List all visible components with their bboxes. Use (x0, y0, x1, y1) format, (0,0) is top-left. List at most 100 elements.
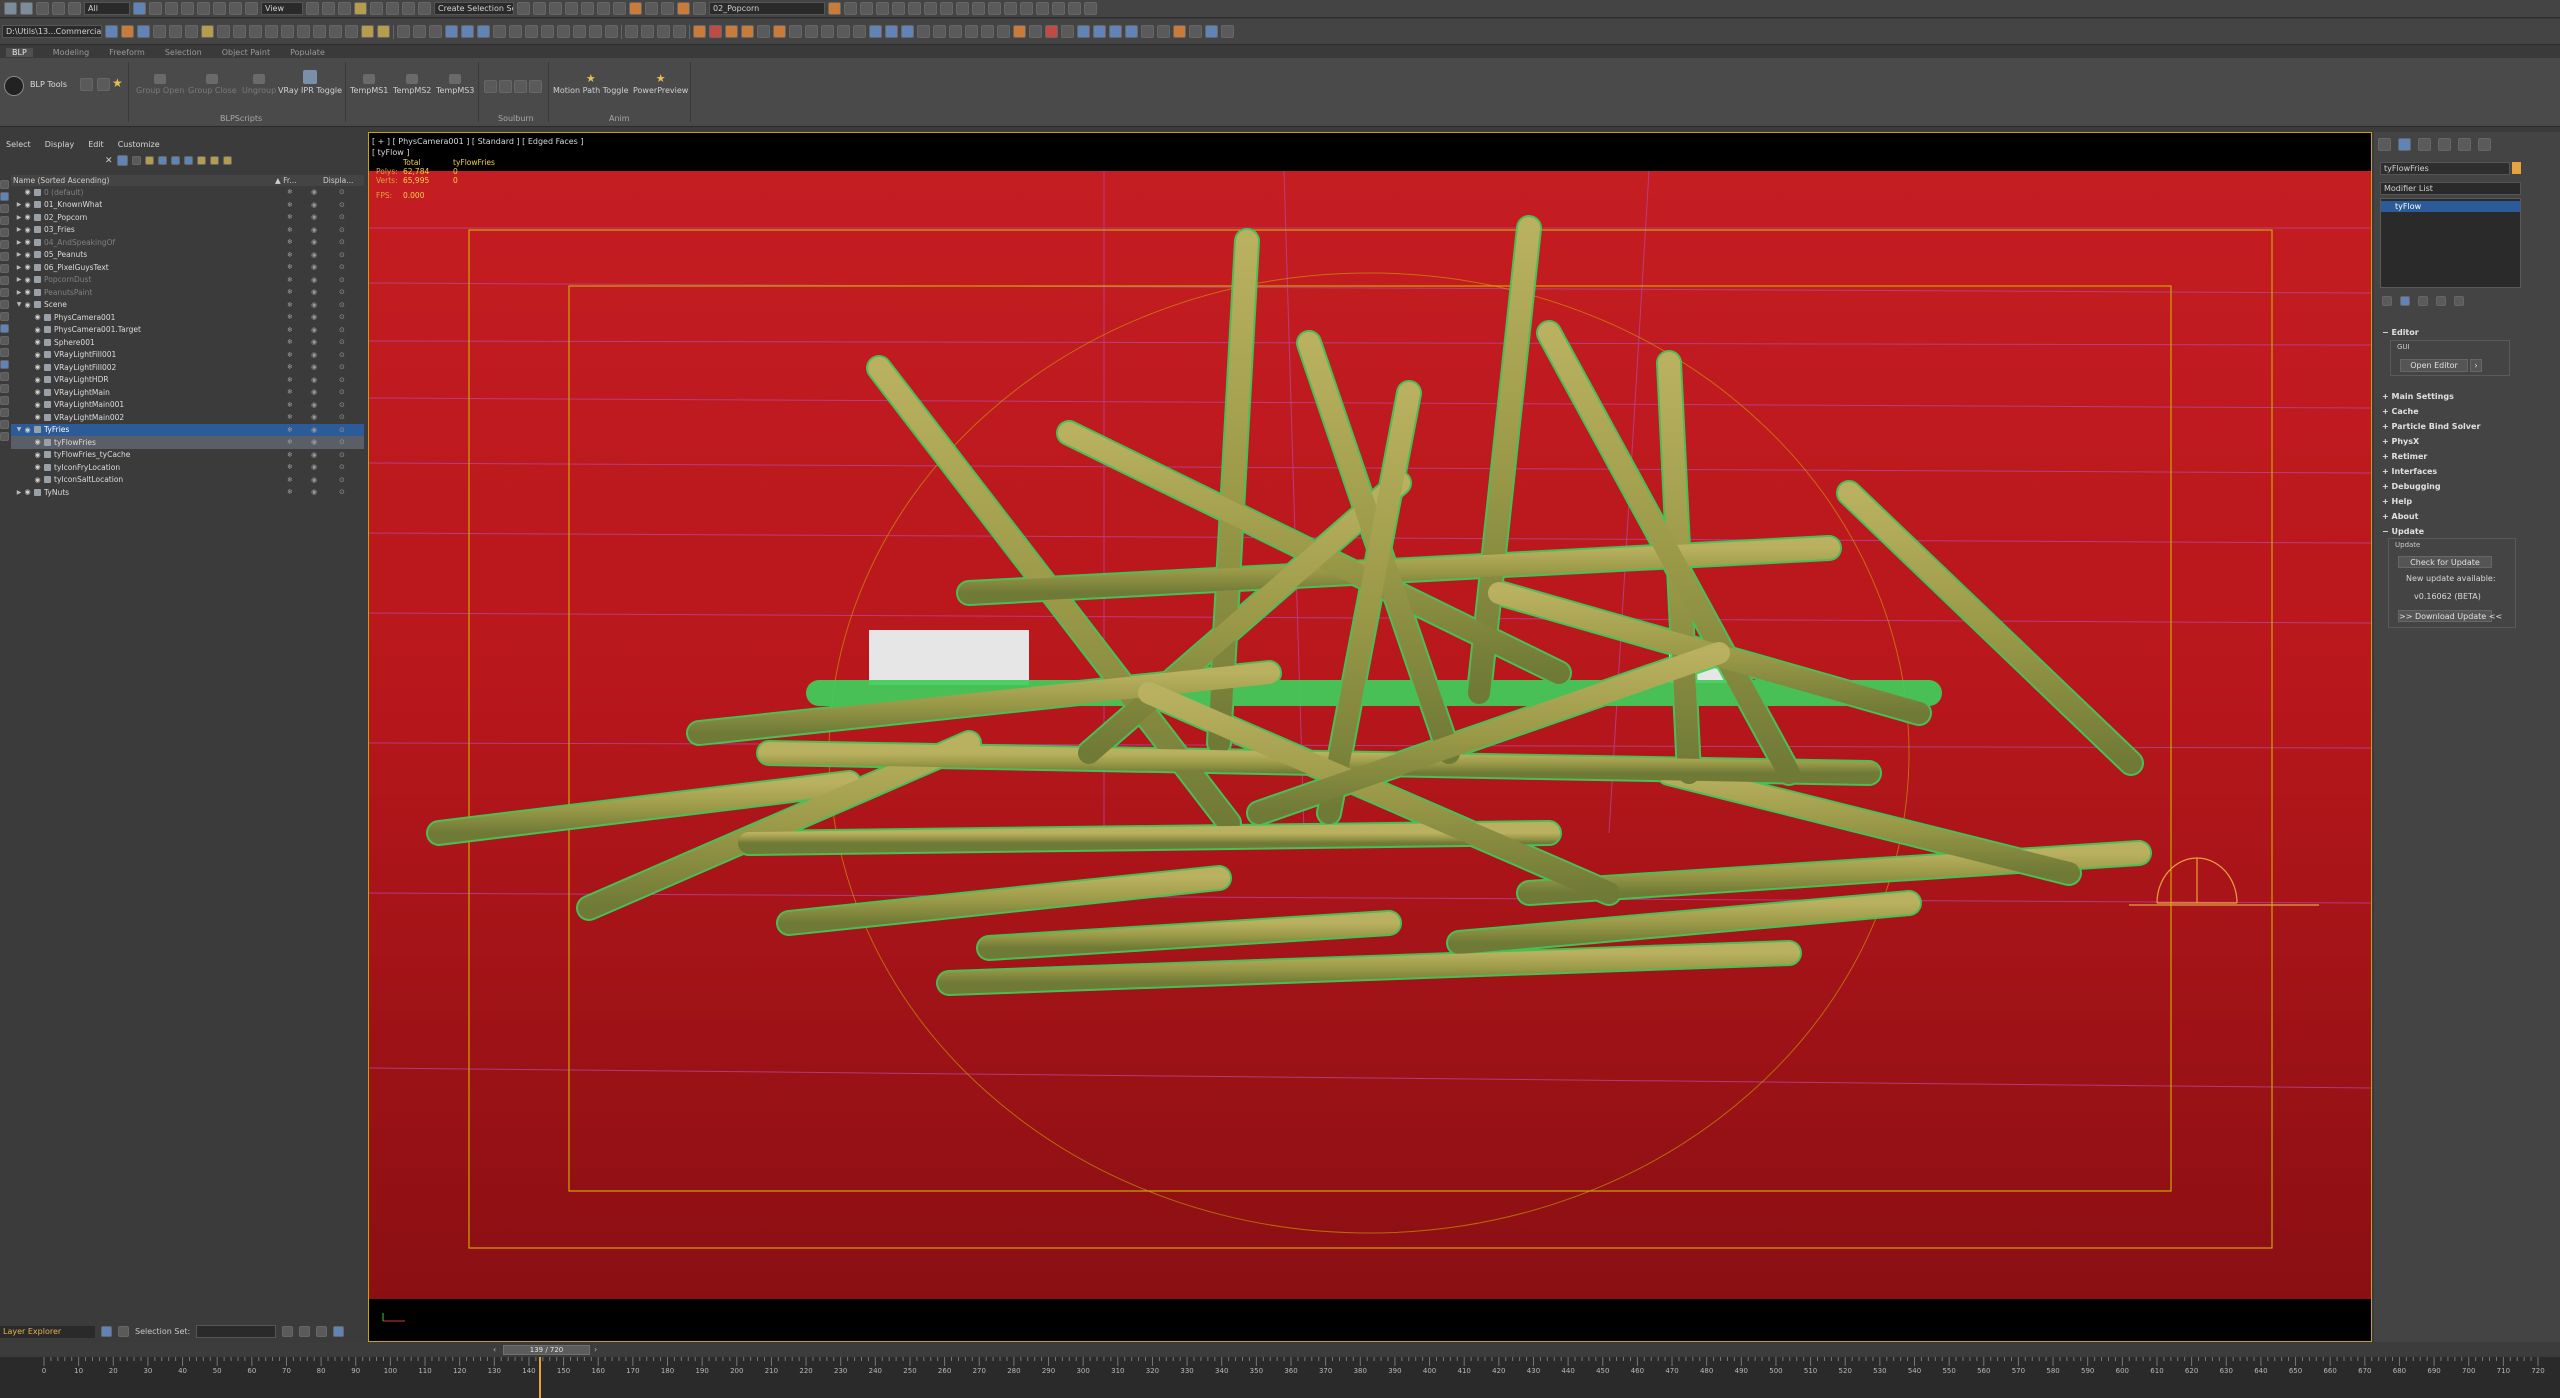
open-editor-button[interactable]: Open Editor (2400, 359, 2468, 372)
visibility-eye-icon[interactable]: ◉ (33, 401, 42, 409)
visibility-eye-icon[interactable]: ◉ (33, 463, 42, 471)
freeze-toggle-icon[interactable]: ❄ (287, 401, 293, 409)
freeze-toggle-icon[interactable]: ❄ (287, 388, 293, 396)
asset-icon[interactable] (201, 25, 214, 38)
vray-ipr-icon[interactable] (709, 25, 722, 38)
tempms2-button[interactable]: TempMS2 (393, 74, 431, 95)
motion-path-toggle-button[interactable]: ★ Motion Path Toggle (553, 73, 629, 95)
light-icon[interactable] (361, 25, 374, 38)
grid-icon[interactable] (80, 78, 93, 91)
utilities-tab-icon[interactable] (2478, 138, 2491, 151)
layer-tool-13-icon[interactable] (1020, 2, 1033, 15)
angle-snap-icon[interactable] (370, 2, 383, 15)
system-icon[interactable] (445, 25, 458, 38)
filter-extra-3-icon[interactable] (0, 384, 9, 393)
tool-b-icon[interactable] (589, 25, 602, 38)
tree-row[interactable]: ◉ VRayLightFill001 ❄ ◉ ⊙ (11, 349, 364, 362)
snaps-toggle-icon[interactable] (354, 2, 367, 15)
visibility-eye-icon[interactable]: ◉ (23, 288, 32, 296)
selection-set-remove-icon[interactable] (299, 1326, 311, 1337)
tree-row[interactable]: ◉ PhysCamera001 ❄ ◉ ⊙ (11, 311, 364, 324)
render-toggle-icon[interactable]: ◉ (311, 326, 317, 334)
rollout-physx[interactable]: + PhysX (2382, 437, 2512, 446)
star-icon[interactable]: ★ (112, 76, 123, 90)
explorer-mode-dropdown[interactable]: Layer Explorer (0, 1325, 95, 1338)
ribbon-tab-object-paint[interactable]: Object Paint (222, 48, 270, 57)
tree-row[interactable]: ▼ ◉ Scene ❄ ◉ ⊙ (11, 299, 364, 312)
rectangular-selection-icon[interactable] (165, 2, 178, 15)
ribbon-tab-freeform[interactable]: Freeform (109, 48, 145, 57)
selection-set-filter-icon[interactable] (333, 1326, 345, 1337)
layer-select-icon[interactable] (844, 2, 857, 15)
vray-proxy-icon[interactable] (789, 25, 802, 38)
freeze-toggle-icon[interactable]: ❄ (287, 438, 293, 446)
current-layer-dropdown[interactable]: 02_Popcorn (709, 2, 825, 15)
expand-arrow-icon[interactable]: ▶ (15, 251, 23, 258)
render-toggle-icon[interactable]: ◉ (311, 451, 317, 459)
layer-add-icon[interactable] (828, 2, 841, 15)
filter-containers-icon[interactable] (0, 288, 9, 297)
tyflow-icon[interactable] (477, 25, 490, 38)
render-toggle-icon[interactable]: ◉ (311, 488, 317, 496)
hierarchy-icon[interactable] (509, 25, 522, 38)
filter-extra-5-icon[interactable] (0, 408, 9, 417)
rollout-particle-bind-solver[interactable]: + Particle Bind Solver (2382, 422, 2512, 431)
layer-set-current-icon[interactable] (860, 2, 873, 15)
display-toggle-icon[interactable]: ⊙ (339, 313, 345, 321)
menu-select[interactable]: Select (6, 140, 31, 149)
shirt-icon[interactable] (940, 2, 953, 15)
render-toggle-icon[interactable]: ◉ (311, 301, 317, 309)
tree-row[interactable]: ▶ ◉ PeanutsPaint ❄ ◉ ⊙ (11, 286, 364, 299)
filter-helpers-icon[interactable] (0, 228, 9, 237)
expand-arrow-icon[interactable]: ▶ (15, 239, 23, 246)
expand-arrow-icon[interactable]: ▶ (15, 201, 23, 208)
named-selection-sets-dropdown[interactable]: Create Selection Se (434, 2, 514, 15)
freeze-toggle-icon[interactable]: ❄ (287, 301, 293, 309)
vray-light-icon[interactable] (741, 25, 754, 38)
motion-icon[interactable] (525, 25, 538, 38)
render-toggle-icon[interactable]: ◉ (311, 288, 317, 296)
visibility-eye-icon[interactable]: ◉ (33, 413, 42, 421)
select-manipulate-icon[interactable] (322, 2, 335, 15)
select-object-icon[interactable] (133, 2, 146, 15)
modifier-list-dropdown[interactable]: Modifier List (2380, 182, 2521, 195)
menu-edit[interactable]: Edit (88, 140, 104, 149)
soulburn-tool-4-icon[interactable] (529, 80, 542, 93)
tempms1-button[interactable]: TempMS1 (350, 74, 388, 95)
filter-invert-icon[interactable] (0, 348, 9, 357)
time-slider[interactable]: 139 / 720 (503, 1345, 590, 1355)
script-a-icon[interactable] (1045, 25, 1058, 38)
render-toggle-icon[interactable]: ◉ (311, 363, 317, 371)
rollout-retimer[interactable]: + Retimer (2382, 452, 2512, 461)
vray-decal-icon[interactable] (885, 25, 898, 38)
rollout-editor[interactable]: − Editor (2382, 328, 2512, 337)
render-toggle-icon[interactable]: ◉ (311, 213, 317, 221)
script-i-icon[interactable] (1173, 25, 1186, 38)
select-by-name-icon[interactable] (149, 2, 162, 15)
menu-display[interactable]: Display (45, 140, 75, 149)
camera-icon[interactable] (397, 25, 410, 38)
layer-tool-4-icon[interactable] (876, 2, 889, 15)
camera-viewport[interactable] (368, 132, 2372, 1342)
hierarchy-tab-icon[interactable] (2418, 138, 2431, 151)
render-toggle-icon[interactable]: ◉ (311, 276, 317, 284)
object-name-field[interactable]: tyFlowFries (2380, 162, 2510, 175)
group-open-button[interactable]: Group Open (136, 74, 184, 95)
vray-frame-buffer-icon[interactable] (725, 25, 738, 38)
layer-tool-15-icon[interactable] (1052, 2, 1065, 15)
script-c-icon[interactable] (1077, 25, 1090, 38)
redo-icon[interactable] (20, 2, 33, 15)
render-toggle-icon[interactable]: ◉ (311, 376, 317, 384)
tree-row[interactable]: ▼ ◉ TyFries ❄ ◉ ⊙ (11, 423, 364, 436)
filter-groups-icon[interactable] (0, 252, 9, 261)
light-omni-icon[interactable] (377, 25, 390, 38)
toggle-scene-explorer-icon[interactable] (549, 2, 562, 15)
vray-dome-icon[interactable] (757, 25, 770, 38)
mirror-icon[interactable] (517, 2, 530, 15)
tree-row[interactable]: ▶ ◉ TyNuts ❄ ◉ ⊙ (11, 486, 364, 499)
viewport-label-menu[interactable]: [ + ] [ PhysCamera001 ] [ Standard ] [ E… (372, 137, 584, 146)
selection-set-dropdown[interactable] (196, 1325, 277, 1338)
display-toggle-icon[interactable]: ⊙ (339, 438, 345, 446)
visibility-eye-icon[interactable]: ◉ (33, 363, 42, 371)
freeze-toggle-icon[interactable]: ❄ (287, 488, 293, 496)
